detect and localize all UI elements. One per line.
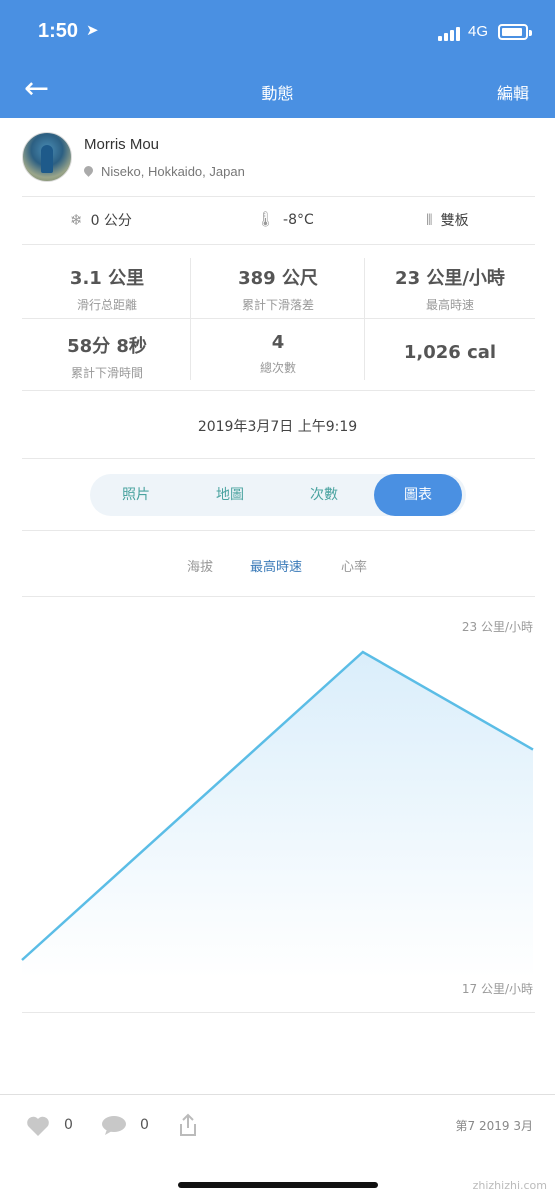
stat-label: 累計下滑時間 (70, 366, 143, 380)
stat-distance: 3.1 公里滑行总距離 (22, 264, 192, 313)
network-label: 4G (468, 23, 489, 40)
divider (22, 596, 535, 597)
stat-value: 23 公里/小時 (395, 268, 505, 289)
tab-runs[interactable]: 次數 (280, 474, 368, 516)
top-bar: 1:50 ➤ 4G ← 動態 編輯 (0, 0, 555, 118)
stat-calories: 1,026 cal (365, 342, 535, 363)
temperature: -8°C (283, 212, 314, 228)
divider (22, 244, 535, 245)
tab-map[interactable]: 地圖 (186, 474, 274, 516)
week-label: 第7 2019 3月 (455, 1119, 533, 1133)
stat-descent-time: 58分 8秒累計下滑時間 (22, 332, 192, 381)
tab-photos[interactable]: 照片 (92, 474, 180, 516)
page-title: 動態 (261, 84, 294, 103)
location-text: Niseko, Hokkaido, Japan (101, 164, 245, 179)
stat-vertical-drop: 389 公尺累計下滑落差 (193, 264, 363, 313)
battery-icon (498, 24, 532, 40)
stat-top-speed: 23 公里/小時最高時速 (365, 264, 535, 313)
tab-top-speed[interactable]: 最高時速 (250, 556, 302, 575)
chart-plot (21, 650, 534, 978)
equipment-condition: ⦀ 雙板 (426, 210, 469, 230)
location-pin-icon (82, 164, 95, 177)
chart-metric-tabs: 海拔 最高時速 心率 (0, 552, 555, 576)
divider (22, 390, 535, 391)
divider (22, 318, 535, 319)
stat-label: 總次數 (259, 361, 296, 375)
conditions-row: ❄ 0 公分 🌡 -8°C ⦀ 雙板 (0, 196, 555, 244)
activity-datetime: 2019年3月7日 上午9:19 (197, 419, 358, 435)
like-count: 0 (64, 1117, 73, 1133)
stat-value: 3.1 公里 (69, 268, 145, 289)
stat-value: 4 (271, 332, 285, 353)
location-arrow-icon: ➤ (86, 21, 99, 39)
stat-value: 389 公尺 (238, 268, 318, 289)
equipment: 雙板 (440, 213, 469, 229)
divider (364, 258, 365, 380)
snowflake-icon: ❄ (70, 211, 83, 229)
watermark: zhizhizhi.com (472, 1179, 547, 1192)
share-icon[interactable] (178, 1113, 198, 1137)
stat-label: 滑行总距離 (76, 298, 137, 312)
signal-icon (438, 27, 464, 41)
chart-area-fill (22, 652, 533, 978)
divider (22, 530, 535, 531)
edit-button[interactable]: 編輯 (497, 80, 529, 104)
stat-label: 最高時速 (425, 298, 474, 312)
heart-icon[interactable] (26, 1115, 50, 1137)
divider (190, 258, 191, 380)
tab-chart[interactable]: 圖表 (374, 474, 462, 516)
nav-bar: ← 動態 編輯 (0, 70, 555, 110)
status-bar: 1:50 ➤ 4G (0, 18, 555, 50)
profile-header: Morris Mou Niseko, Hokkaido, Japan (0, 118, 555, 196)
divider (22, 458, 535, 459)
speed-chart: 23 公里/小時 17 公里/小時 (0, 598, 555, 1018)
stat-value: 1,026 cal (403, 342, 497, 363)
ski-icon: ⦀ (426, 211, 433, 229)
user-location: Niseko, Hokkaido, Japan (82, 164, 245, 179)
tab-heart-rate[interactable]: 心率 (341, 556, 367, 575)
avatar[interactable] (22, 132, 72, 182)
snow-condition: ❄ 0 公分 (70, 210, 132, 230)
stat-label: 累計下滑落差 (241, 298, 314, 312)
status-time: 1:50 (38, 20, 79, 42)
stats-grid: 3.1 公里滑行总距離 389 公尺累計下滑落差 23 公里/小時最高時速 58… (22, 258, 535, 388)
view-segmented-control: 照片 地圖 次數 圖表 (90, 474, 466, 516)
divider (22, 1012, 535, 1013)
user-name[interactable]: Morris Mou (84, 136, 159, 153)
stat-runs: 4 總次數 (193, 332, 363, 376)
comment-count: 0 (140, 1117, 149, 1133)
comment-icon[interactable] (102, 1115, 126, 1135)
home-indicator[interactable] (178, 1182, 378, 1188)
thermometer-icon: 🌡 (256, 210, 276, 228)
temperature-condition: 🌡 -8°C (256, 210, 314, 228)
stat-value: 58分 8秒 (67, 336, 147, 357)
snow-depth: 0 公分 (90, 213, 132, 229)
tab-altitude[interactable]: 海拔 (187, 556, 213, 575)
